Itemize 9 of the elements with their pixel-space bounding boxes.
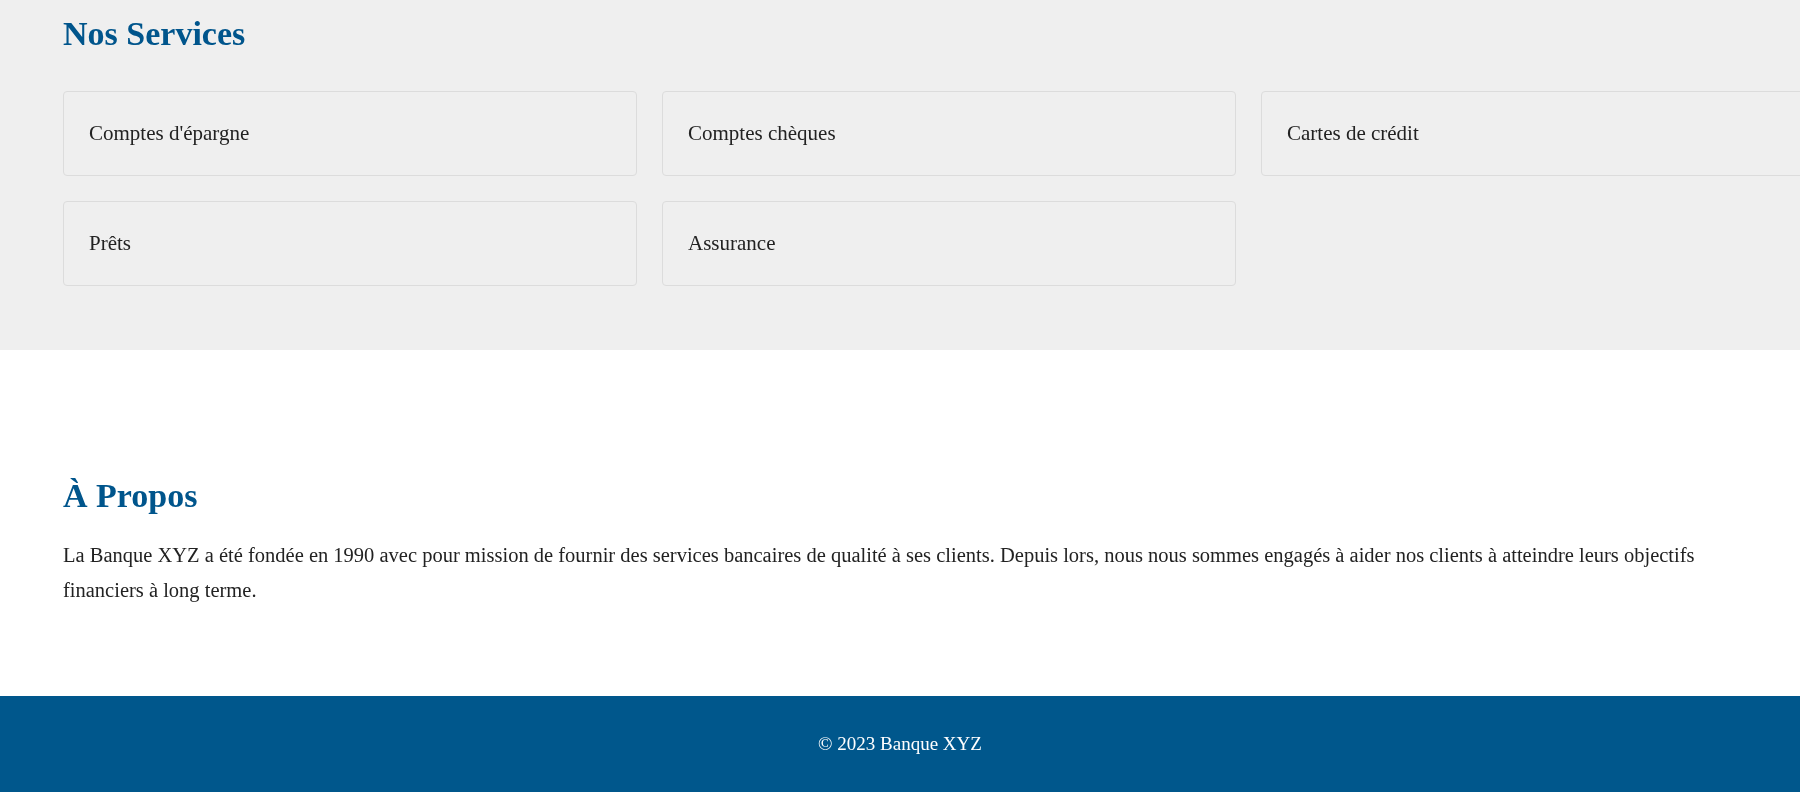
service-card: Prêts xyxy=(63,201,637,286)
service-card: Comptes d'épargne xyxy=(63,91,637,176)
about-paragraph: La Banque XYZ a été fondée en 1990 avec pour mission de fournir des services bancaires de qualité à ses clients. Depuis lors, nous nous sommes engagés à aider nos clients à atteindre leurs objectifs financiers à long terme. xyxy=(63,543,1696,604)
section-title: Nos Services xyxy=(63,14,247,54)
service-card: Comptes chèques xyxy=(662,91,1236,176)
copyright-text: © 2023 Banque XYZ xyxy=(818,733,982,755)
service-card: Cartes de crédit xyxy=(1261,91,1800,176)
service-card: Assurance xyxy=(662,201,1236,286)
section-title: À Propos xyxy=(63,476,199,516)
